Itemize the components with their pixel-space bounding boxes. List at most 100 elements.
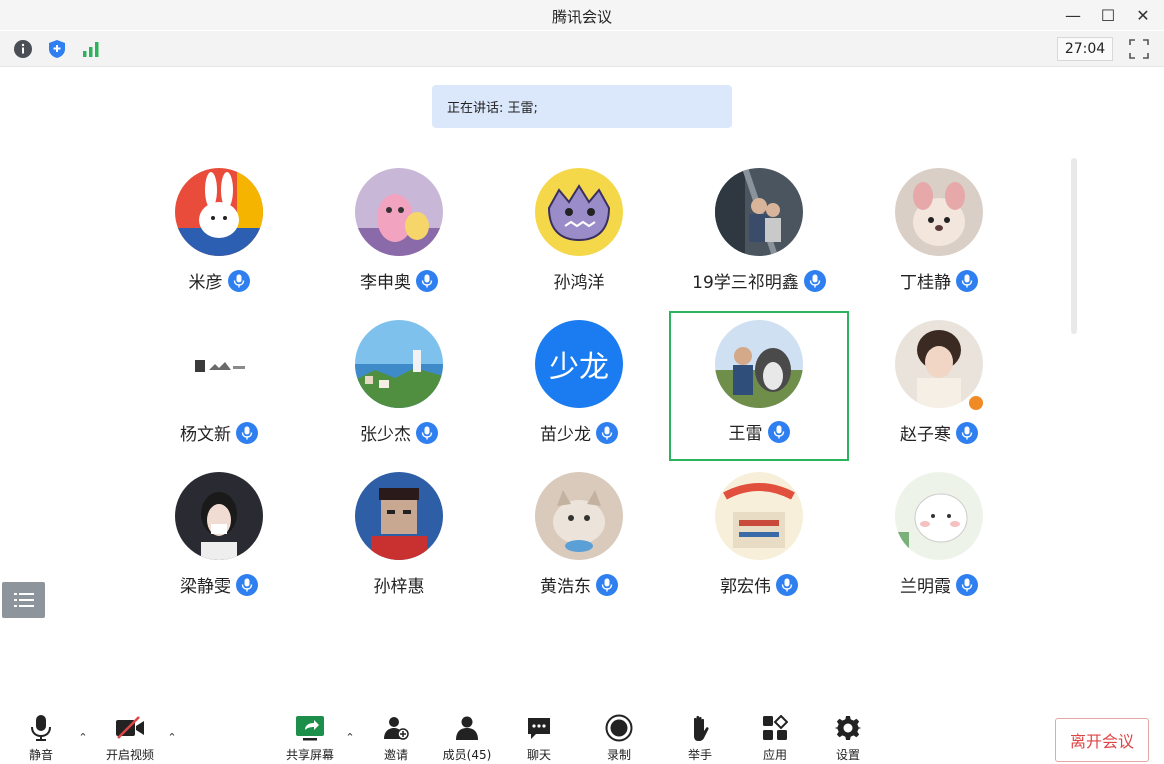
apps-button[interactable]: 应用 — [740, 714, 810, 764]
participant-tile[interactable]: 兰明霞 — [849, 460, 1029, 610]
start-video-button[interactable]: 开启视频 — [95, 714, 165, 764]
mic-icon — [236, 421, 258, 444]
mic-icon — [596, 573, 618, 596]
participant-tile[interactable]: 张少杰 — [309, 308, 489, 458]
participant-name: 丁桂静 — [900, 273, 951, 293]
avatar — [715, 472, 803, 560]
avatar — [355, 472, 443, 560]
record-icon — [604, 714, 634, 742]
participant-tile[interactable]: 19学三祁明鑫 — [669, 156, 849, 306]
meeting-info-bar: 27:04 — [0, 31, 1164, 67]
meeting-window: 腾讯会议 — ☐ ✕ 27:04 正在讲话: 王雷; 米彦 李申奥 孙鸿洋 19… — [0, 0, 1164, 764]
participant-name: 王雷 — [728, 424, 763, 444]
mic-icon — [956, 421, 978, 444]
participant-tile[interactable]: 少龙 苗少龙 — [489, 308, 669, 458]
participant-name: 杨文新 — [180, 425, 231, 445]
video-options-chevron-icon[interactable]: ⌃ — [165, 730, 179, 744]
participant-tile[interactable]: 杨文新 — [129, 308, 309, 458]
participant-name: 赵子寒 — [900, 425, 951, 445]
participant-tile[interactable]: 梁静雯 — [129, 460, 309, 610]
avatar — [895, 472, 983, 560]
meeting-toolbar: 静音 ⌃ 开启视频 ⌃ 共享屏幕 ⌃ 邀请 成员(45) 聊天 录制 举手 应用… — [0, 700, 1164, 764]
mic-icon — [956, 269, 978, 292]
close-button[interactable]: ✕ — [1128, 3, 1158, 27]
mic-icon — [956, 573, 978, 596]
participant-name: 黄浩东 — [540, 577, 591, 597]
avatar — [175, 472, 263, 560]
raise-hand-icon — [685, 714, 715, 742]
host-badge-icon — [967, 394, 985, 412]
participant-name: 梁静雯 — [180, 577, 231, 597]
participant-tile[interactable]: 黄浩东 — [489, 460, 669, 610]
participant-name: 孙鸿洋 — [553, 273, 605, 293]
avatar — [175, 168, 263, 256]
participant-tile[interactable]: 郭宏伟 — [669, 460, 849, 610]
participant-name: 米彦 — [188, 273, 223, 293]
microphone-icon — [26, 714, 56, 742]
participant-tile-speaking[interactable]: 王雷 — [669, 311, 849, 461]
chat-button[interactable]: 聊天 — [504, 714, 574, 764]
share-options-chevron-icon[interactable]: ⌃ — [343, 730, 357, 744]
participant-name: 兰明霞 — [900, 577, 951, 597]
speaking-indicator: 正在讲话: 王雷; — [432, 85, 732, 128]
apps-grid-icon — [760, 714, 790, 742]
raise-hand-button[interactable]: 举手 — [665, 714, 735, 764]
video-off-icon — [115, 714, 145, 742]
maximize-button[interactable]: ☐ — [1093, 3, 1123, 27]
avatar: 少龙 — [535, 320, 623, 408]
leave-meeting-button[interactable]: 离开会议 — [1055, 718, 1149, 762]
mic-icon — [596, 421, 618, 444]
participant-tile[interactable]: 丁桂静 — [849, 156, 1029, 306]
mic-icon — [416, 421, 438, 444]
avatar — [895, 168, 983, 256]
record-button[interactable]: 录制 — [584, 714, 654, 764]
avatar — [715, 320, 803, 408]
participant-tile[interactable]: 孙鸿洋 — [489, 156, 669, 306]
participant-tile[interactable]: 米彦 — [129, 156, 309, 306]
gear-icon — [833, 714, 863, 742]
security-shield-icon[interactable] — [47, 39, 67, 59]
avatar — [715, 168, 803, 256]
meeting-timer: 27:04 — [1057, 37, 1113, 61]
window-title: 腾讯会议 — [551, 8, 612, 26]
share-screen-button[interactable]: 共享屏幕 — [275, 714, 345, 764]
fullscreen-icon[interactable] — [1128, 38, 1150, 60]
avatar — [535, 472, 623, 560]
participant-name: 张少杰 — [360, 425, 411, 445]
title-bar: 腾讯会议 — ☐ ✕ — [0, 0, 1164, 30]
participant-name: 19学三祁明鑫 — [692, 273, 799, 293]
minimize-button[interactable]: — — [1058, 3, 1088, 27]
members-icon — [452, 714, 482, 742]
share-screen-icon — [295, 714, 325, 742]
participant-name: 郭宏伟 — [720, 577, 771, 597]
avatar-initials: 少龙 — [549, 350, 609, 385]
speaking-text: 正在讲话: 王雷; — [447, 101, 538, 116]
avatar — [355, 320, 443, 408]
mic-icon — [776, 573, 798, 596]
mute-button[interactable]: 静音 — [6, 714, 76, 764]
participant-name: 李申奥 — [360, 273, 411, 293]
invite-user-icon — [381, 714, 411, 742]
settings-button[interactable]: 设置 — [813, 714, 883, 764]
participant-tile[interactable]: 赵子寒 — [849, 308, 1029, 458]
participant-name: 苗少龙 — [540, 425, 591, 445]
mic-icon — [767, 420, 790, 443]
invite-button[interactable]: 邀请 — [361, 714, 431, 764]
participant-name: 孙梓惠 — [373, 577, 425, 597]
participant-tile[interactable]: 孙梓惠 — [309, 460, 489, 610]
avatar — [355, 168, 443, 256]
info-icon[interactable] — [13, 39, 33, 59]
members-button[interactable]: 成员(45) — [432, 714, 502, 764]
chat-bubble-icon — [524, 714, 554, 742]
avatar — [535, 168, 623, 256]
mic-icon — [803, 269, 826, 292]
participant-list-toggle-icon[interactable] — [2, 582, 45, 618]
signal-strength-icon[interactable] — [81, 39, 101, 59]
avatar — [175, 320, 263, 408]
mic-icon — [236, 573, 258, 596]
audio-options-chevron-icon[interactable]: ⌃ — [76, 730, 90, 744]
participant-tile[interactable]: 李申奥 — [309, 156, 489, 306]
mic-icon — [227, 269, 250, 292]
grid-scrollbar[interactable] — [1071, 158, 1077, 334]
mic-icon — [416, 269, 438, 292]
